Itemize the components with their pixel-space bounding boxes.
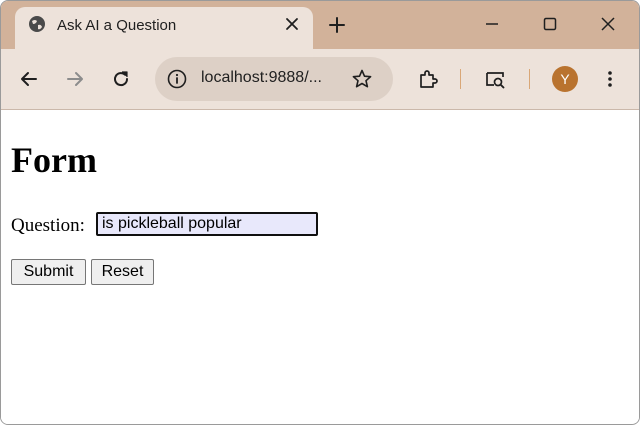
- browser-toolbar: localhost:9888/... Y: [1, 49, 639, 110]
- close-icon[interactable]: [283, 15, 301, 33]
- star-icon[interactable]: [351, 68, 373, 90]
- reload-icon[interactable]: [110, 68, 132, 90]
- maximize-icon[interactable]: [539, 13, 561, 35]
- minimize-icon[interactable]: [481, 13, 503, 35]
- info-icon[interactable]: [165, 67, 189, 91]
- tab-strip: Ask AI a Question: [1, 1, 639, 49]
- tab-active[interactable]: Ask AI a Question: [15, 7, 313, 49]
- address-bar[interactable]: localhost:9888/...: [155, 57, 393, 101]
- window-close-icon[interactable]: [597, 13, 619, 35]
- tab-title: Ask AI a Question: [57, 17, 177, 34]
- question-label: Question:: [11, 215, 85, 236]
- extensions-icon[interactable]: [417, 68, 439, 90]
- page-content: Form Question: Submit Reset: [1, 110, 639, 424]
- profile-avatar[interactable]: Y: [552, 66, 578, 92]
- globe-icon: [28, 15, 46, 33]
- more-vertical-icon[interactable]: [599, 68, 621, 90]
- page-title: Form: [11, 140, 97, 180]
- reset-button[interactable]: Reset: [91, 259, 154, 285]
- url-text: localhost:9888/...: [201, 69, 322, 86]
- browser-window: Ask AI a Question localhost:9888/... Y F…: [0, 0, 640, 425]
- plus-icon[interactable]: [327, 15, 347, 35]
- toolbar-divider: [529, 69, 530, 89]
- toolbar-divider: [460, 69, 461, 89]
- back-arrow-icon[interactable]: [18, 68, 40, 90]
- question-input[interactable]: [96, 212, 318, 236]
- submit-button[interactable]: Submit: [11, 259, 86, 285]
- search-tab-icon[interactable]: [484, 68, 506, 90]
- forward-arrow-icon[interactable]: [64, 68, 86, 90]
